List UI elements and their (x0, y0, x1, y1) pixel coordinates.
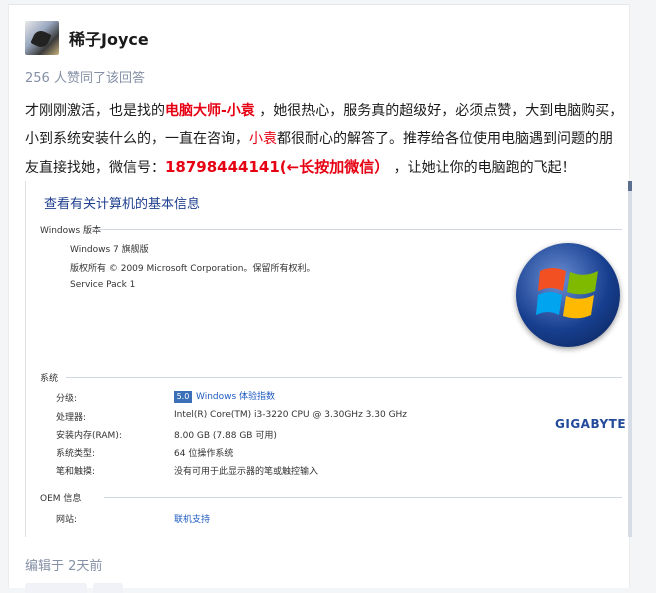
system-type-value: 64 位操作系统 (174, 449, 234, 459)
answer-card: 稀子Joyce 256 人赞同了该回答 才刚刚激活，也是找的电脑大师-小袁 ，她… (8, 4, 632, 593)
answer-text-4: ，让她让你的电脑跑的飞起！ (389, 160, 576, 176)
action-button[interactable] (25, 583, 87, 593)
section-divider (104, 497, 622, 498)
oem-section-label: OEM 信息 (40, 494, 82, 504)
windows-logo-icon (516, 243, 620, 347)
copyright-text: 版权所有 © 2009 Microsoft Corporation。保留所有权利… (70, 264, 316, 274)
author-avatar[interactable] (25, 21, 59, 55)
screenshot-scrollbar (628, 181, 632, 537)
memory-label: 安装内存(RAM): (56, 431, 122, 441)
service-pack: Service Pack 1 (70, 280, 136, 290)
edited-time: 编辑于 2天前 (25, 559, 103, 574)
processor-label: 处理器: (56, 413, 87, 423)
experience-score-badge: 5.0 (174, 390, 192, 403)
website-label: 网站: (56, 515, 78, 525)
rating-value[interactable]: 5.0 Windows 体验指数 (174, 389, 275, 403)
embedded-screenshot[interactable]: 查看有关计算机的基本信息 Windows 版本 Windows 7 旗舰版 版权… (25, 181, 632, 537)
processor-value: Intel(R) Core(TM) i3-3220 CPU @ 3.30GHz … (174, 410, 408, 420)
windows-edition: Windows 7 旗舰版 (70, 245, 149, 255)
system-section-label: 系统 (40, 374, 59, 384)
answer-highlight-wechat: 18798444141(←长按加微信） (165, 158, 390, 176)
likes-count: 256 人赞同了该回答 (25, 71, 145, 86)
memory-value: 8.00 GB (7.88 GB 可用) (174, 431, 277, 441)
action-button[interactable] (93, 583, 123, 593)
answer-highlight-name: 电脑大师-小袁 (165, 103, 255, 119)
section-divider (92, 229, 622, 230)
online-support-link[interactable]: 联机支持 (174, 512, 210, 525)
pen-touch-value: 没有可用于此显示器的笔或触控输入 (174, 467, 319, 477)
experience-index-link[interactable]: Windows 体验指数 (196, 392, 275, 402)
author-name[interactable]: 稀子Joyce (69, 26, 149, 50)
rating-label: 分级: (56, 394, 78, 404)
system-type-label: 系统类型: (56, 449, 96, 459)
screenshot-title: 查看有关计算机的基本信息 (44, 197, 201, 212)
answer-body: 才刚刚激活，也是找的电脑大师-小袁 ，她很热心，服务真的超级好，必须点赞，大到电… (25, 97, 625, 182)
gigabyte-logo: GIGABYTE (555, 417, 627, 431)
answer-text-1: 才刚刚激活，也是找的 (25, 103, 165, 119)
section-divider (66, 377, 622, 378)
answer-highlight-short-name: 小袁 (249, 131, 277, 147)
pen-touch-label: 笔和触摸: (56, 467, 96, 477)
author-header: 稀子Joyce (25, 21, 149, 55)
